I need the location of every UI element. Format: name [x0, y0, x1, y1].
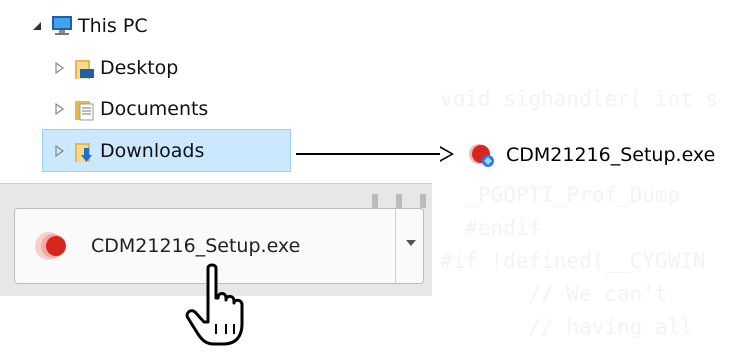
- installer-icon: [33, 231, 75, 261]
- tree-item-documents[interactable]: Documents: [52, 92, 208, 126]
- collapsed-arrow-icon[interactable]: [52, 145, 66, 157]
- chevron-down-icon[interactable]: [401, 233, 421, 253]
- collapsed-arrow-icon[interactable]: [52, 62, 66, 74]
- bar-divider: [372, 194, 378, 208]
- tree-item-downloads[interactable]: Downloads: [52, 134, 204, 168]
- documents-folder-icon: [72, 98, 94, 121]
- tree-item-label: Desktop: [100, 57, 179, 79]
- installer-icon: [468, 142, 498, 168]
- computer-icon: [50, 15, 72, 37]
- download-item-label: CDM21216_Setup.exe: [91, 235, 301, 257]
- desktop-folder-icon: [72, 57, 94, 79]
- collapsed-arrow-icon[interactable]: [52, 103, 66, 115]
- code-line: _PGOPTI_Prof_Dump: [440, 183, 681, 207]
- tree-item-desktop[interactable]: Desktop: [52, 51, 178, 85]
- background-code: void sighandler( int s _PGOPTI_Prof_Dump…: [440, 75, 737, 349]
- tree-item-label: Downloads: [100, 140, 205, 162]
- code-line: // having all: [440, 315, 693, 339]
- tree-item-label: Documents: [100, 98, 209, 120]
- expanded-arrow-icon[interactable]: [30, 21, 44, 31]
- code-line: #endif: [440, 216, 542, 240]
- downloads-folder-icon: [72, 140, 94, 162]
- downloaded-file-label: CDM21216_Setup.exe: [506, 144, 716, 166]
- pointer-arrow-head-icon: [440, 146, 454, 162]
- code-line: void sighandler( int s: [440, 87, 719, 111]
- bar-divider: [396, 194, 402, 208]
- pointer-arrow-line: [296, 153, 446, 155]
- code-line: #if !defined(__CYGWIN: [440, 249, 706, 273]
- tree-item-label: This PC: [78, 15, 148, 37]
- tree-item-this-pc[interactable]: This PC: [30, 9, 148, 43]
- download-item-divider: [395, 209, 396, 283]
- downloaded-file-item[interactable]: CDM21216_Setup.exe: [468, 139, 715, 171]
- code-line: // We can't: [440, 282, 668, 306]
- navigation-tree: This PC Desktop Documents Downloads: [0, 0, 300, 180]
- hand-cursor-icon: [180, 262, 262, 350]
- bar-divider: [420, 194, 426, 208]
